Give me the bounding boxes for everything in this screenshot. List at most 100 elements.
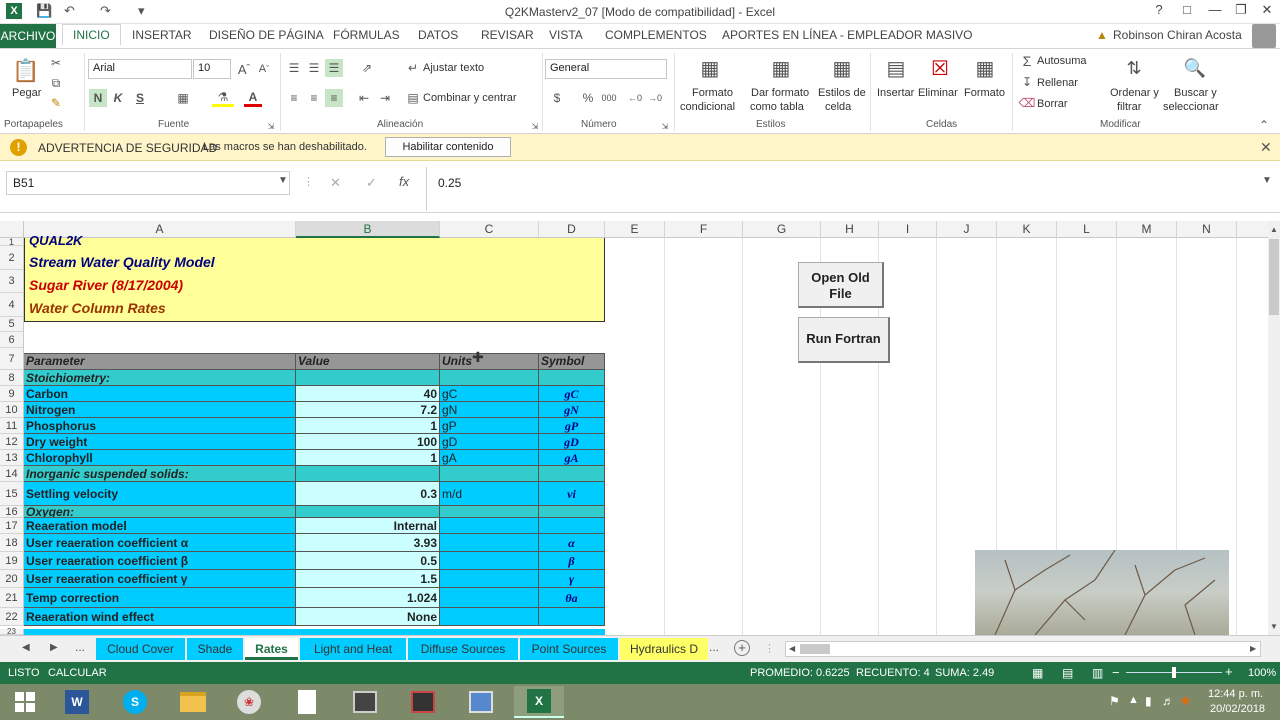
table-cell-symbol[interactable]: γ bbox=[539, 570, 605, 588]
table-cell-symbol[interactable] bbox=[539, 466, 605, 482]
column-header-j[interactable]: J bbox=[937, 221, 997, 238]
table-cell-symbol[interactable] bbox=[539, 518, 605, 534]
table-cell-units[interactable]: gA bbox=[440, 450, 539, 466]
table-cell-value[interactable] bbox=[296, 466, 440, 482]
table-cell-param[interactable]: Oxygen: bbox=[24, 506, 296, 518]
clear-button[interactable]: Borrar bbox=[1037, 98, 1068, 110]
orientation-icon[interactable]: ⇗ bbox=[355, 59, 379, 77]
add-sheet-icon[interactable]: + bbox=[734, 640, 750, 656]
align-center-icon[interactable]: ≡ bbox=[305, 89, 323, 107]
table-cell-value[interactable]: 1 bbox=[296, 418, 440, 434]
horizontal-scrollbar[interactable]: ◀ ▶ bbox=[785, 641, 1261, 657]
column-header-c[interactable]: C bbox=[440, 221, 539, 238]
table-cell-symbol[interactable]: gC bbox=[539, 386, 605, 402]
table-cell-value[interactable]: 0.3 bbox=[296, 482, 440, 506]
table-format-label-2[interactable]: como tabla bbox=[750, 101, 804, 113]
column-header-b[interactable]: B bbox=[296, 221, 440, 238]
sheet-tab-point-sources[interactable]: Point Sources bbox=[520, 638, 618, 660]
fill-button[interactable]: Rellenar bbox=[1037, 77, 1078, 89]
scrollbar-thumb[interactable] bbox=[1269, 239, 1279, 315]
table-cell-units[interactable] bbox=[440, 608, 539, 626]
sort-filter-label-1[interactable]: Ordenar y bbox=[1110, 87, 1159, 99]
table-cell-value[interactable] bbox=[296, 370, 440, 386]
tab-formulas[interactable]: FÓRMULAS bbox=[333, 28, 400, 42]
insert-function-icon[interactable]: fx bbox=[399, 174, 409, 189]
table-cell-units[interactable] bbox=[440, 570, 539, 588]
row-header[interactable]: 15 bbox=[0, 482, 24, 506]
table-cell-units[interactable] bbox=[440, 552, 539, 570]
close-security-icon[interactable]: ✕ bbox=[1260, 139, 1272, 156]
wrap-text-button[interactable]: Ajustar texto bbox=[423, 62, 484, 74]
bold-button[interactable]: N bbox=[89, 89, 107, 107]
sort-filter-icon[interactable]: ⇅ bbox=[1120, 53, 1148, 83]
table-cell-symbol[interactable]: gA bbox=[539, 450, 605, 466]
copy-icon[interactable]: ⧉ bbox=[46, 73, 66, 93]
font-size-select[interactable]: 10 bbox=[193, 59, 231, 79]
column-header-o[interactable] bbox=[1237, 221, 1268, 238]
fill-icon[interactable]: ↧ bbox=[1019, 74, 1035, 90]
row-header[interactable]: 19 bbox=[0, 552, 24, 570]
next-sheet-icon[interactable]: ▶ bbox=[50, 642, 58, 653]
worksheet-grid[interactable]: A B C D E F G H I J K L M N 1 2 3 4 5 6 … bbox=[0, 221, 1268, 635]
fill-color-icon[interactable]: ⚗ bbox=[212, 89, 234, 107]
expand-formula-icon[interactable]: ▼ bbox=[1262, 175, 1272, 186]
app-icon-3[interactable] bbox=[456, 686, 506, 718]
increase-decimal-icon[interactable]: ←0 bbox=[626, 89, 644, 107]
table-format-icon[interactable]: ▦ bbox=[767, 53, 795, 83]
delete-cells-icon[interactable]: ☒ bbox=[926, 53, 954, 83]
decrease-decimal-icon[interactable]: →0 bbox=[646, 89, 664, 107]
table-cell-units[interactable] bbox=[440, 370, 539, 386]
sheet-tab-light-heat[interactable]: Light and Heat bbox=[300, 638, 406, 660]
decrease-indent-icon[interactable]: ⇤ bbox=[355, 89, 373, 107]
row-header[interactable]: 10 bbox=[0, 402, 24, 418]
tab-diseno[interactable]: DISEÑO DE PÁGINA bbox=[209, 28, 324, 42]
table-cell-symbol[interactable] bbox=[539, 608, 605, 626]
cancel-entry-icon[interactable]: ✕ bbox=[330, 175, 341, 191]
zoom-in-icon[interactable]: + bbox=[1225, 664, 1233, 679]
format-cells-button[interactable]: Formato bbox=[964, 87, 1005, 99]
select-all-corner[interactable] bbox=[0, 221, 24, 238]
align-right-icon[interactable]: ≡ bbox=[325, 89, 343, 107]
sort-filter-label-2[interactable]: filtrar bbox=[1117, 101, 1141, 113]
column-header-i[interactable]: I bbox=[879, 221, 937, 238]
table-cell-symbol[interactable]: gP bbox=[539, 418, 605, 434]
alignment-launcher-icon[interactable]: ⇲ bbox=[530, 121, 540, 131]
tab-insertar[interactable]: INSERTAR bbox=[132, 28, 192, 42]
scroll-up-icon[interactable]: ▲ bbox=[1270, 225, 1278, 234]
table-cell-value[interactable]: 0.5 bbox=[296, 552, 440, 570]
align-middle-icon[interactable]: ☰ bbox=[305, 59, 323, 77]
row-header[interactable]: 17 bbox=[0, 518, 24, 534]
table-cell-units[interactable]: gC bbox=[440, 386, 539, 402]
table-cell-symbol[interactable]: gD bbox=[539, 434, 605, 450]
find-select-label-1[interactable]: Buscar y bbox=[1174, 87, 1217, 99]
table-cell-value[interactable]: 1.5 bbox=[296, 570, 440, 588]
scroll-right-icon[interactable]: ▶ bbox=[1250, 644, 1256, 653]
table-cell-param[interactable]: Nitrogen bbox=[24, 402, 296, 418]
table-cell-symbol[interactable]: θa bbox=[539, 588, 605, 608]
hscroll-thumb[interactable] bbox=[800, 644, 830, 654]
table-cell-units[interactable] bbox=[440, 588, 539, 608]
restore-icon[interactable]: ❐ bbox=[1228, 2, 1254, 22]
wrap-text-icon[interactable]: ↵ bbox=[405, 59, 421, 77]
zoom-level[interactable]: 100% bbox=[1248, 667, 1276, 679]
align-bottom-icon[interactable]: ☰ bbox=[325, 59, 343, 77]
table-cell-units[interactable]: gN bbox=[440, 402, 539, 418]
italic-button[interactable]: K bbox=[110, 89, 126, 107]
cut-icon[interactable]: ✂ bbox=[46, 53, 66, 73]
merge-center-button[interactable]: Combinar y centrar bbox=[423, 92, 517, 104]
font-name-select[interactable]: Arial bbox=[88, 59, 192, 79]
table-cell-units[interactable]: m/d bbox=[440, 482, 539, 506]
column-header-m[interactable]: M bbox=[1117, 221, 1177, 238]
table-cell-param[interactable]: Settling velocity bbox=[24, 482, 296, 506]
conditional-format-icon[interactable]: ▦ bbox=[696, 53, 724, 83]
table-cell-param[interactable]: User reaeration coefficient α bbox=[24, 534, 296, 552]
windows-start-icon[interactable] bbox=[0, 686, 50, 718]
table-cell-value[interactable]: 1 bbox=[296, 450, 440, 466]
run-fortran-button[interactable]: Run Fortran bbox=[798, 317, 890, 363]
insert-cells-button[interactable]: Insertar bbox=[877, 87, 914, 99]
table-cell-param[interactable]: User reaeration coefficient β bbox=[24, 552, 296, 570]
paste-label[interactable]: Pegar bbox=[12, 87, 41, 99]
conditional-format-label-2[interactable]: condicional bbox=[680, 101, 735, 113]
number-launcher-icon[interactable]: ⇲ bbox=[660, 121, 670, 131]
table-format-label-1[interactable]: Dar formato bbox=[751, 87, 809, 99]
